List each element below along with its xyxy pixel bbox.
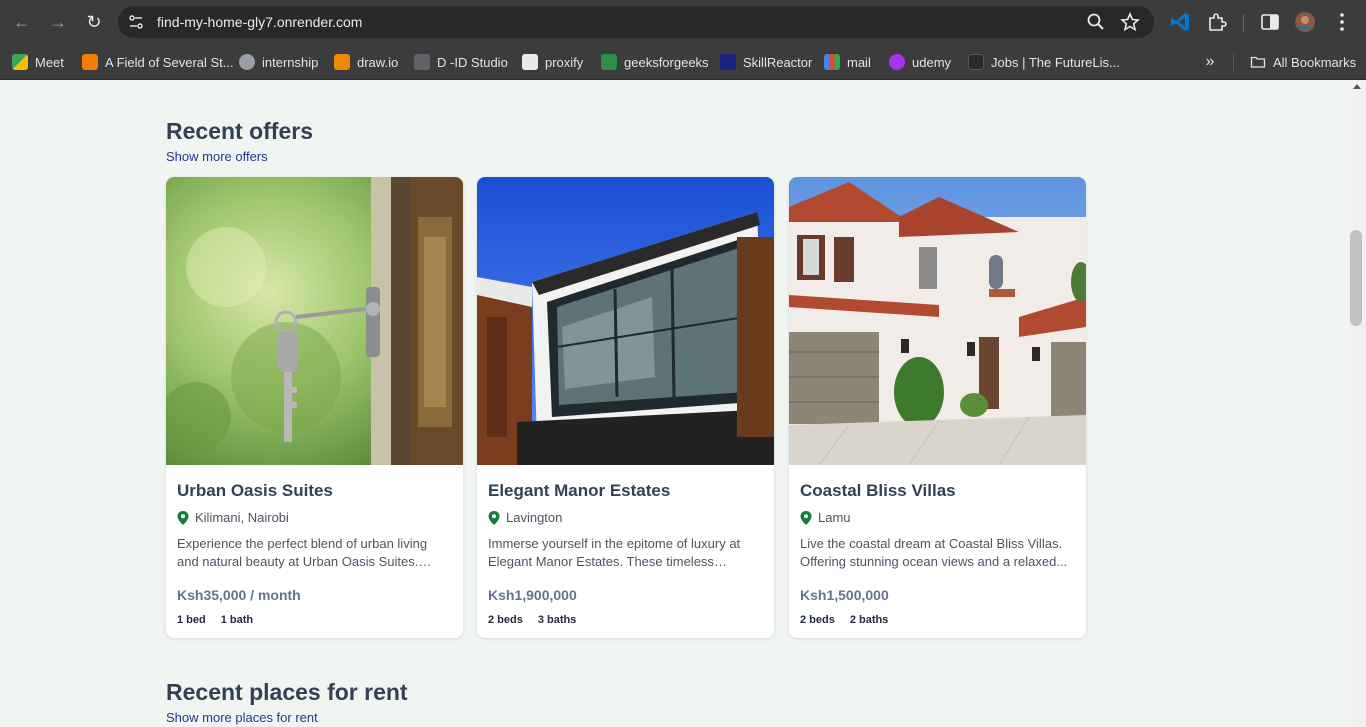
bookmark-label: udemy [912,54,952,70]
extension-vscode-icon[interactable] [1168,10,1192,34]
map-pin-icon [177,510,189,525]
key-in-door-photo [166,177,463,465]
futurelist-icon [968,54,984,70]
scroll-up-arrow-icon[interactable] [1353,84,1361,89]
gmail-icon [824,54,840,70]
url-text[interactable]: find-my-home-gly7.onrender.com [157,14,362,30]
bookmark-internship[interactable]: internship [239,52,318,72]
bookmark-label: A Field of Several St... [105,54,234,70]
bookmarks-divider [1233,53,1234,71]
bookmark-drawio[interactable]: draw.io [334,52,398,72]
offer-card[interactable]: Coastal Bliss Villas Lamu Live the coast… [789,177,1086,638]
baths-count: 3 baths [537,614,577,626]
bookmark-meet[interactable]: Meet [12,52,64,72]
side-panel-icon[interactable] [1258,10,1282,34]
bookmark-jobs-futurelist[interactable]: Jobs | The FutureLis... [968,52,1120,72]
card-price: Ksh1,500,000 [800,587,889,603]
bookmark-label: mail [847,54,871,70]
meet-icon [12,54,28,70]
back-icon[interactable]: ← [10,10,34,34]
bookmark-label: geeksforgeeks [624,54,709,70]
zoom-icon[interactable] [1086,12,1106,32]
chevrons-right-icon[interactable]: » [1200,52,1220,72]
scrollbar-track[interactable] [1352,80,1366,727]
show-more-rent-link[interactable]: Show more places for rent [166,710,318,725]
folder-icon [1250,56,1266,68]
offer-card[interactable]: Elegant Manor Estates Lavington Immerse … [477,177,774,638]
bookmarks-bar: Meet A Field of Several St... internship… [0,44,1366,80]
scrollbar-thumb[interactable] [1350,230,1362,326]
bookmark-udemy[interactable]: udemy [889,52,951,72]
location-text: Lamu [818,510,851,525]
d-id-icon [414,54,430,70]
card-description: Experience the perfect blend of urban li… [177,536,428,569]
card-specs: 2 beds 3 baths [488,614,576,626]
recent-rent-heading: Recent places for rent [166,679,408,705]
skillreactor-icon [720,54,736,70]
card-location: Lamu [800,510,851,525]
bookmark-label: internship [262,54,319,70]
bookmark-mail[interactable]: mail [824,52,871,72]
card-location: Lavington [488,510,562,525]
extensions-puzzle-icon[interactable] [1205,10,1229,34]
proxify-icon [522,54,538,70]
all-bookmarks-label: All Bookmarks [1273,54,1357,70]
site-info-icon[interactable] [128,14,144,30]
kebab-menu-icon[interactable] [1330,10,1354,34]
location-text: Lavington [506,510,563,525]
beds-count: 1 bed [177,614,206,626]
blogger-icon [82,54,98,70]
bookmark-skillreactor[interactable]: SkillReactor [720,52,812,72]
bookmark-label: Jobs | The FutureLis... [991,54,1120,70]
bookmark-proxify[interactable]: proxify [522,52,583,72]
recent-offers-heading: Recent offers [166,118,313,144]
card-title[interactable]: Urban Oasis Suites [177,481,333,501]
all-bookmarks-button[interactable]: All Bookmarks [1250,52,1356,72]
bookmark-geeksforgeeks[interactable]: geeksforgeeks [601,52,709,72]
bookmark-d-id-studio[interactable]: D -ID Studio [414,52,508,72]
beds-count: 2 beds [800,614,835,626]
baths-count: 1 bath [220,614,254,626]
card-price: Ksh1,900,000 [488,587,577,603]
card-description: Live the coastal dream at Coastal Bliss … [800,536,1068,569]
baths-count: 2 baths [849,614,889,626]
map-pin-icon [488,510,500,525]
card-specs: 1 bed 1 bath [177,614,253,626]
map-pin-icon [800,510,812,525]
offer-card[interactable]: Urban Oasis Suites Kilimani, Nairobi Exp… [166,177,463,638]
white-villa-photo [789,177,1086,465]
bookmark-label: draw.io [357,54,399,70]
udemy-icon [889,54,905,70]
profile-avatar-icon[interactable] [1293,10,1317,34]
bookmark-label: SkillReactor [743,54,813,70]
gfg-icon [601,54,617,70]
globe-icon [239,54,255,70]
reload-icon[interactable]: ↻ [82,10,106,34]
card-title[interactable]: Elegant Manor Estates [488,481,670,501]
browser-toolbar: ← → ↻ find-my-home-gly7.onrender.com [0,0,1366,44]
bookmark-label: Meet [35,54,64,70]
beds-count: 2 beds [488,614,523,626]
card-title[interactable]: Coastal Bliss Villas [800,481,956,501]
modern-house-photo [477,177,774,465]
bookmark-field-of-several[interactable]: A Field of Several St... [82,52,234,72]
location-text: Kilimani, Nairobi [195,510,289,525]
card-location: Kilimani, Nairobi [177,510,289,525]
address-bar[interactable]: find-my-home-gly7.onrender.com [118,6,1154,38]
bookmark-label: proxify [545,54,584,70]
card-price: Ksh35,000 / month [177,587,301,603]
forward-icon[interactable]: → [46,10,70,34]
toolbar-divider [1243,14,1244,32]
bookmark-label: D -ID Studio [437,54,508,70]
drawio-icon [334,54,350,70]
show-more-offers-link[interactable]: Show more offers [166,149,268,164]
bookmark-star-icon[interactable] [1120,12,1140,32]
card-description: Immerse yourself in the epitome of luxur… [488,536,741,569]
card-specs: 2 beds 2 baths [800,614,888,626]
